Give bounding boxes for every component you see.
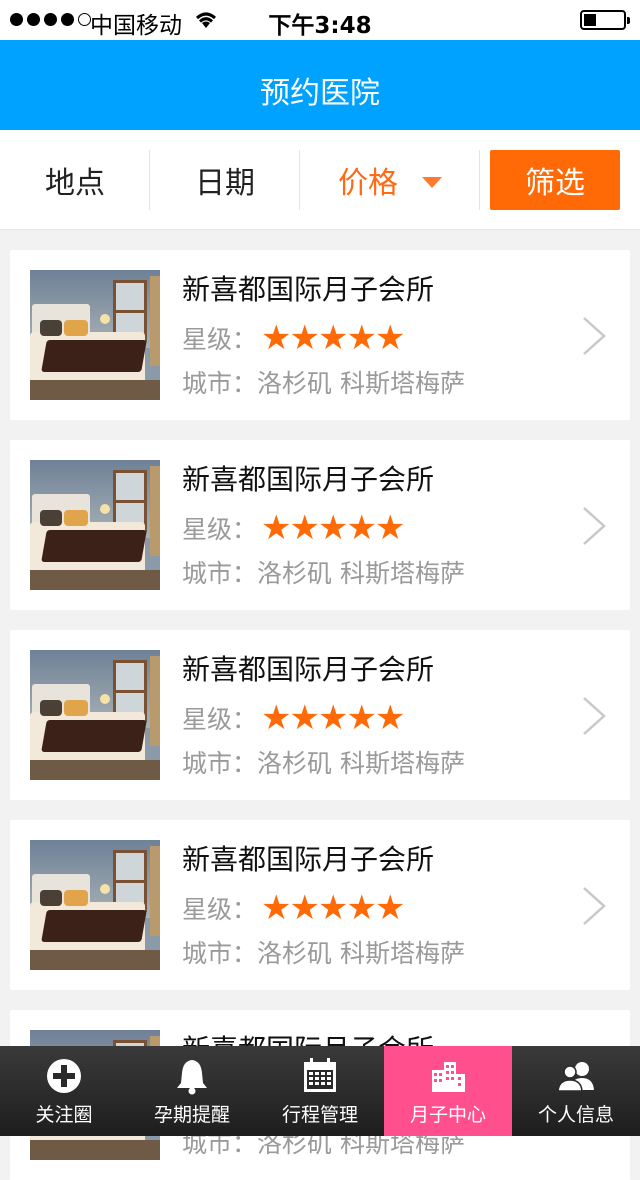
plus-circle-icon [47, 1059, 81, 1093]
filter-price[interactable]: 价格 [300, 130, 480, 230]
users-icon [557, 1062, 594, 1092]
filter-date[interactable]: 日期 [150, 130, 300, 230]
hotel-room-image [30, 270, 160, 400]
buildings-icon [432, 1062, 465, 1092]
tab-label: 月子中心 [409, 1104, 486, 1126]
hotel-room-image [30, 460, 160, 590]
star-rating: 星级：★★★★★ [182, 508, 405, 548]
filter-button[interactable]: 筛选 [490, 150, 620, 210]
listing-name: 新喜都国际月子会所 [182, 843, 435, 876]
tab-pregnancy-reminder[interactable]: 孕期提醒 [128, 1046, 256, 1136]
hotel-room-image [30, 840, 160, 970]
stars-icon: ★★★★★ [261, 508, 405, 548]
status-time: 下午3:48 [268, 13, 372, 39]
listing-card[interactable]: 新喜都国际月子会所星级：★★★★★ 城市：洛杉矶 科斯塔梅萨 [10, 820, 630, 990]
listing-name: 新喜都国际月子会所 [182, 653, 435, 686]
tab-bar: 关注圈 孕期提醒 行程管理 月子中心 个人信息 [0, 1046, 640, 1136]
listing-name: 新喜都国际月子会所 [182, 463, 435, 496]
tab-schedule[interactable]: 行程管理 [256, 1046, 384, 1136]
listing-city: 城市：洛杉矶 科斯塔梅萨 [182, 559, 465, 588]
bell-icon [177, 1060, 207, 1095]
listing-city: 城市：洛杉矶 科斯塔梅萨 [182, 369, 465, 398]
listing-card[interactable]: 新喜都国际月子会所星级：★★★★★ 城市：洛杉矶 科斯塔梅萨 [10, 630, 630, 800]
star-label: 星级： [182, 705, 258, 734]
listing-city: 城市：洛杉矶 科斯塔梅萨 [182, 939, 465, 968]
tab-confinement-center[interactable]: 月子中心 [384, 1046, 512, 1136]
chevron-right-icon [583, 887, 606, 925]
stars-icon: ★★★★★ [261, 318, 405, 358]
chevron-right-icon [583, 317, 606, 355]
divider [479, 150, 480, 210]
star-rating: 星级：★★★★★ [182, 318, 405, 358]
filter-location[interactable]: 地点 [0, 130, 150, 230]
stars-icon: ★★★★★ [261, 888, 405, 928]
listing-name: 新喜都国际月子会所 [182, 273, 435, 306]
filter-price-label: 价格 [338, 166, 398, 201]
caret-down-icon [422, 176, 442, 188]
listing-card[interactable]: 新喜都国际月子会所星级：★★★★★ 城市：洛杉矶 科斯塔梅萨 [10, 440, 630, 610]
tab-label: 孕期提醒 [153, 1104, 230, 1126]
chevron-right-icon [583, 697, 606, 735]
filter-bar: 地点 日期 价格 筛选 [0, 130, 640, 230]
listing-card[interactable]: 新喜都国际月子会所星级：★★★★★ 城市：洛杉矶 科斯塔梅萨 [10, 250, 630, 420]
tab-label: 关注圈 [35, 1104, 93, 1126]
star-rating: 星级：★★★★★ [182, 888, 405, 928]
tab-label: 个人信息 [537, 1104, 614, 1126]
chevron-right-icon [583, 507, 606, 545]
listing-city: 城市：洛杉矶 科斯塔梅萨 [182, 749, 465, 778]
calendar-icon [304, 1058, 336, 1092]
star-label: 星级： [182, 515, 258, 544]
status-bar: 中国移动 下午3:48 [0, 0, 640, 40]
tab-follow-circle[interactable]: 关注圈 [0, 1046, 128, 1136]
stars-icon: ★★★★★ [261, 698, 405, 738]
star-rating: 星级：★★★★★ [182, 698, 405, 738]
tab-label: 行程管理 [281, 1104, 358, 1126]
star-label: 星级： [182, 325, 258, 354]
tab-personal-info[interactable]: 个人信息 [512, 1046, 640, 1136]
page-title: 预约医院 [260, 76, 380, 111]
star-label: 星级： [182, 895, 258, 924]
battery-icon [580, 10, 630, 30]
hotel-room-image [30, 650, 160, 780]
nav-bar: 预约医院 [0, 40, 640, 130]
